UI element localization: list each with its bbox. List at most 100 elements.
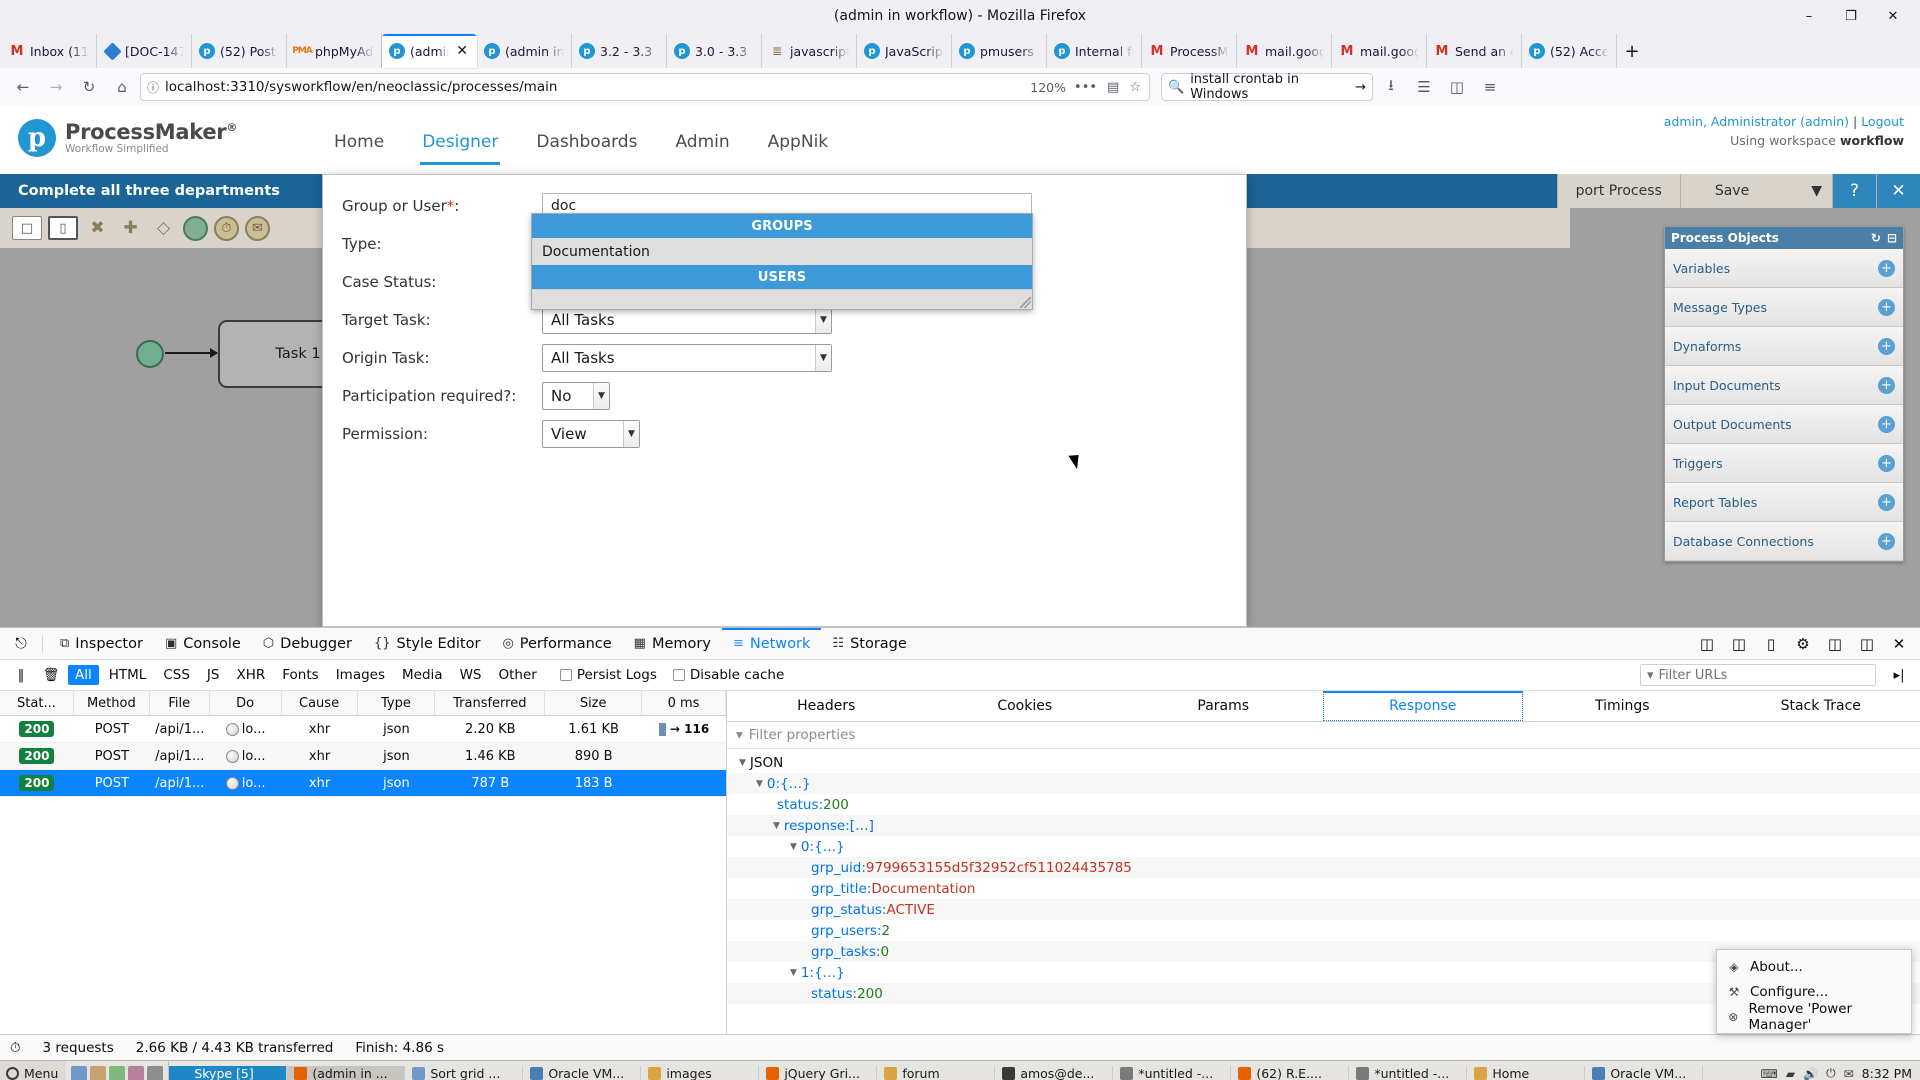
devtools-tab-debugger[interactable]: ⬡ Debugger [252, 628, 363, 660]
devtools-tab-console[interactable]: ▣ Console [154, 628, 252, 660]
persist-logs-checkbox[interactable]: Persist Logs [559, 667, 657, 683]
taskbar-window-item[interactable]: (62) R.E.... [1231, 1066, 1350, 1080]
page-actions-icon[interactable]: ••• [1072, 80, 1099, 95]
settings-gear-icon[interactable]: ⚙ [1788, 631, 1818, 657]
column-header[interactable]: Stat... [0, 691, 74, 715]
browser-tab[interactable]: p (admin in w [477, 34, 572, 68]
select-target-task[interactable]: All Tasks ▼ [542, 306, 832, 334]
select-origin-task[interactable]: All Tasks ▼ [542, 344, 832, 372]
network-request-row[interactable]: 200 POST/api/1... lo... xhr json 787 B 183 B [0, 770, 726, 797]
twisty-icon[interactable]: ▼ [773, 821, 780, 831]
taskbar-window-item[interactable]: Oracle VM... [1585, 1066, 1704, 1080]
column-header[interactable]: 0 ms [642, 691, 726, 715]
tray-notification-icon[interactable]: ✉ [1844, 1067, 1854, 1080]
toolbar-start-event-icon[interactable] [183, 215, 208, 241]
filter-type-js[interactable]: JS [200, 665, 227, 685]
filter-type-xhr[interactable]: XHR [229, 665, 272, 685]
filter-type-css[interactable]: CSS [156, 665, 197, 685]
devtools-tab-performance[interactable]: ◎ Performance [491, 628, 622, 660]
taskbar-window-item[interactable]: *untitled -... [1113, 1066, 1232, 1080]
process-object-item[interactable]: Input Documents + [1665, 366, 1903, 405]
add-object-icon[interactable]: + [1878, 532, 1895, 550]
filter-type-ws[interactable]: WS [453, 665, 489, 685]
chevron-down-icon[interactable]: ▼ [815, 345, 831, 371]
back-button[interactable]: ← [8, 72, 38, 102]
taskbar-clock[interactable]: 8:32 PM [1862, 1066, 1920, 1080]
minimize-icon[interactable]: ⊟ [1887, 231, 1897, 245]
process-object-item[interactable]: Variables + [1665, 249, 1903, 288]
export-process-button[interactable]: port Process [1556, 174, 1680, 208]
start-event-shape[interactable] [136, 340, 164, 368]
tray-volume-icon[interactable]: 🔊 [1803, 1067, 1818, 1080]
nav-item-admin[interactable]: Admin [661, 124, 743, 165]
toolbar-select-icon[interactable]: □ [12, 216, 42, 240]
close-window-button[interactable]: ✕ [1872, 1, 1914, 31]
column-header[interactable]: Transferred [435, 691, 546, 715]
add-object-icon[interactable]: + [1878, 259, 1895, 277]
search-go-icon[interactable]: → [1355, 80, 1366, 95]
chevron-down-icon[interactable]: ▼ [815, 307, 831, 333]
close-designer-button[interactable]: ✕ [1876, 174, 1920, 208]
filter-type-fonts[interactable]: Fonts [275, 665, 325, 685]
process-object-item[interactable]: Report Tables + [1665, 483, 1903, 522]
process-object-item[interactable]: Output Documents + [1665, 405, 1903, 444]
browser-tab[interactable]: p (52) Post a [192, 34, 287, 68]
taskbar-window-item[interactable]: Oracle VM... [523, 1066, 642, 1080]
add-object-icon[interactable]: + [1878, 376, 1895, 394]
reader-mode-icon[interactable]: ▤ [1105, 80, 1121, 95]
filter-type-all[interactable]: All [68, 665, 99, 685]
sidebar-icon[interactable]: ◫ [1442, 72, 1472, 102]
refresh-icon[interactable]: ↻ [1871, 231, 1881, 245]
disable-cache-checkbox[interactable]: Disable cache [672, 667, 784, 683]
toolbar-gateway-parallel-icon[interactable]: ✚ [117, 215, 144, 242]
browser-tab[interactable]: PMAphpMyAdm [287, 34, 382, 68]
tray-keyboard-icon[interactable]: ⌨ [1761, 1067, 1778, 1080]
add-object-icon[interactable]: + [1878, 415, 1895, 433]
json-tree-row[interactable]: grp_uid: 9799653155d5f32952cf51102443578… [727, 857, 1920, 878]
browser-tab[interactable]: p Internal fun [1047, 34, 1142, 68]
processmaker-logo[interactable]: p ProcessMaker® Workflow Simplified [18, 119, 237, 157]
detail-tab-stack-trace[interactable]: Stack Trace [1722, 691, 1920, 721]
filter-urls-input[interactable]: ▾ Filter URLs [1640, 664, 1876, 686]
detail-tab-headers[interactable]: Headers [727, 691, 926, 721]
browser-tab[interactable]: Mmail.google [1332, 34, 1427, 68]
browser-tab[interactable]: [DOC-1475 [97, 34, 192, 68]
browser-tab[interactable]: M Inbox (11,3 [2, 34, 97, 68]
select-participation-required[interactable]: No ▼ [542, 382, 610, 410]
close-devtools-icon[interactable]: ✕ [1884, 631, 1914, 657]
tray-power-icon[interactable]: ⏻ [1826, 1066, 1836, 1080]
devtools-tab-inspector[interactable]: ⧉ Inspector [49, 628, 154, 660]
browser-tab[interactable]: p pmusers [952, 34, 1047, 68]
add-object-icon[interactable]: + [1878, 298, 1895, 316]
process-object-item[interactable]: Message Types + [1665, 288, 1903, 327]
json-tree-row[interactable]: ▼ 0: {…} [727, 836, 1920, 857]
json-tree-row[interactable]: grp_status: ACTIVE [727, 899, 1920, 920]
network-request-row[interactable]: 200 POST/api/1... lo... xhr json 2.20 KB 1.61 … [0, 716, 726, 743]
save-button[interactable]: Save [1679, 174, 1802, 208]
address-bar[interactable]: ⓘ localhost:3310/sysworkflow/en/neoclass… [140, 73, 1150, 101]
filter-type-html[interactable]: HTML [102, 665, 154, 685]
detail-tab-response[interactable]: Response [1322, 691, 1523, 721]
quicklaunch-editor-icon[interactable] [128, 1065, 145, 1080]
dock-right-icon[interactable]: ◫ [1820, 631, 1850, 657]
json-tree-row[interactable]: ▼ JSON [727, 752, 1920, 773]
toolbar-timer-event-icon[interactable]: ⏱ [214, 215, 239, 241]
zoom-level-badge[interactable]: 120% [1030, 80, 1066, 95]
minimize-button[interactable]: – [1788, 1, 1830, 31]
network-request-row[interactable]: 200 POST/api/1... lo... xhr json 1.46 KB 890 B [0, 743, 726, 770]
browser-tab[interactable]: ≣ javascript - [762, 34, 857, 68]
browser-tab[interactable]: p JavaScript i [857, 34, 952, 68]
clear-requests-icon[interactable]: 🗑 [38, 664, 64, 686]
star-icon[interactable]: ☆ [1127, 80, 1143, 95]
devtools-tab-memory[interactable]: ▦ Memory [623, 628, 722, 660]
browser-tab[interactable]: p 3.0 - 3.3 - N [667, 34, 762, 68]
json-tree-row[interactable]: status: 200 [727, 794, 1920, 815]
twisty-icon[interactable]: ▼ [756, 779, 763, 789]
taskbar-window-item[interactable]: jQuery Gri... [759, 1066, 878, 1080]
filter-type-media[interactable]: Media [395, 665, 450, 685]
browser-tab[interactable]: M ProcessMak [1142, 34, 1237, 68]
select-permission[interactable]: View ▼ [542, 420, 640, 448]
logout-link[interactable]: Logout [1861, 114, 1904, 129]
home-button[interactable]: ⌂ [107, 72, 137, 102]
nav-item-appnik[interactable]: AppNik [754, 124, 843, 165]
